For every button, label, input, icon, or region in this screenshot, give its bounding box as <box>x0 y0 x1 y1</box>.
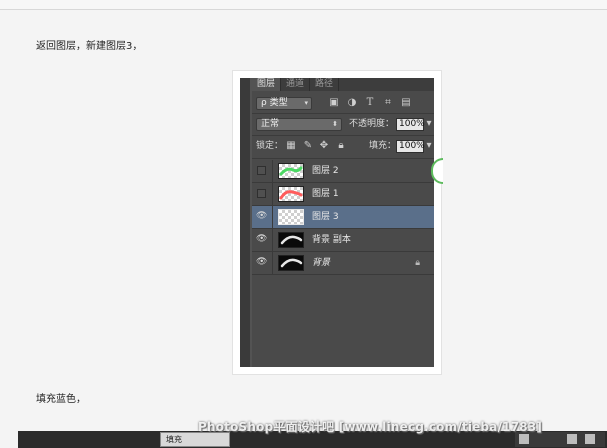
eye-icon[interactable]: 👁︎ <box>256 234 267 245</box>
taskbar-icon <box>519 434 529 444</box>
layers-panel-body: 图层 通道 路径 ρ 类型 ▾ ▣ ◑ T ⌗ ▤ 正常 ⬍ 不透明度： 100… <box>252 78 434 367</box>
taskbar-icon <box>585 434 595 444</box>
divider <box>272 252 273 274</box>
layer-row-layer-3[interactable]: 👁︎ 图层 3 <box>252 206 434 229</box>
blend-mode-select[interactable]: 正常 ⬍ <box>256 118 342 131</box>
blend-mode-value: 正常 <box>261 119 280 129</box>
chevron-down-icon: ⬍ <box>332 120 338 128</box>
lock-icon: 🔒︎ <box>415 258 420 268</box>
image-filter-icon[interactable]: ▣ <box>328 97 340 109</box>
chevron-down-icon: ▾ <box>304 99 308 107</box>
shape-filter-icon[interactable]: ⌗ <box>382 97 394 109</box>
adjustment-filter-icon[interactable]: ◑ <box>346 97 358 109</box>
layer-row-layer-2[interactable]: 图层 2 <box>252 160 434 183</box>
layer-thumbnail <box>278 209 304 225</box>
page-top-bar <box>0 0 607 10</box>
divider <box>252 158 434 159</box>
layer-name: 图层 1 <box>312 189 339 199</box>
opacity-label: 不透明度： <box>349 119 395 129</box>
divider <box>252 113 434 114</box>
layer-thumbnail <box>278 255 304 271</box>
divider <box>272 183 273 205</box>
layer-name: 背景 <box>312 258 331 268</box>
lock-label: 锁定： <box>256 141 284 151</box>
layer-row-background[interactable]: 👁︎ 背景 🔒︎ <box>252 252 434 275</box>
article-paragraph-2: 填充蓝色， <box>36 394 86 405</box>
divider <box>272 160 273 182</box>
article-paragraph-1: 返回图层，新建图层3， <box>36 41 143 52</box>
divider <box>272 206 273 228</box>
eye-icon[interactable]: 👁︎ <box>256 211 267 222</box>
layer-name: 图层 3 <box>312 212 339 222</box>
lock-all-icon[interactable]: 🔒︎ <box>335 140 347 152</box>
fill-arrow-icon[interactable]: ▾ <box>424 140 434 152</box>
lock-transparency-icon[interactable]: ▦ <box>285 140 297 152</box>
smart-object-filter-icon[interactable]: ▤ <box>400 97 412 109</box>
divider <box>252 135 434 136</box>
layers-panel: 图层 通道 路径 ρ 类型 ▾ ▣ ◑ T ⌗ ▤ 正常 ⬍ 不透明度： 100… <box>240 78 434 367</box>
layer-name: 图层 2 <box>312 166 339 176</box>
watermark: PhotoShop平面设计吧 [www.linecg.com/tieba/178… <box>198 420 543 434</box>
fill-field[interactable]: 100% <box>396 140 425 153</box>
visibility-toggle-off[interactable] <box>257 189 266 198</box>
layer-thumbnail <box>278 163 304 179</box>
taskbar-icon <box>567 434 577 444</box>
divider <box>272 229 273 251</box>
filter-row: ρ 类型 ▾ ▣ ◑ T ⌗ ▤ <box>252 94 434 112</box>
tab-paths[interactable]: 路径 <box>310 78 340 91</box>
tab-channels[interactable]: 通道 <box>281 78 311 91</box>
layer-name: 背景 副本 <box>312 235 351 245</box>
filter-kind-label: ρ 类型 <box>261 98 288 108</box>
opacity-arrow-icon[interactable]: ▾ <box>424 118 434 130</box>
filter-kind-select[interactable]: ρ 类型 ▾ <box>256 97 312 110</box>
layers-list: 图层 2 图层 1 👁︎ 图层 3 👁︎ 背景 副本 👁︎ 背景 🔒︎ <box>252 160 434 275</box>
panel-tabs: 图层 通道 路径 <box>252 78 434 91</box>
layer-row-layer-1[interactable]: 图层 1 <box>252 183 434 206</box>
eye-icon[interactable]: 👁︎ <box>256 257 267 268</box>
layer-row-background-copy[interactable]: 👁︎ 背景 副本 <box>252 229 434 252</box>
lock-brush-icon[interactable]: ✎ <box>302 140 314 152</box>
layer-thumbnail <box>278 186 304 202</box>
opacity-field[interactable]: 100% <box>396 118 425 131</box>
fill-label: 填充： <box>369 141 397 151</box>
tab-layers[interactable]: 图层 <box>252 78 282 91</box>
panel-left-strip <box>240 78 250 367</box>
type-filter-icon[interactable]: T <box>364 97 376 109</box>
lock-position-icon[interactable]: ✥ <box>318 140 330 152</box>
blend-row: 正常 ⬍ 不透明度： 100% ▾ <box>252 116 434 134</box>
visibility-toggle-off[interactable] <box>257 166 266 175</box>
lock-row: 锁定： ▦ ✎ ✥ 🔒︎ 填充： 100% ▾ <box>252 138 434 156</box>
layer-thumbnail <box>278 232 304 248</box>
